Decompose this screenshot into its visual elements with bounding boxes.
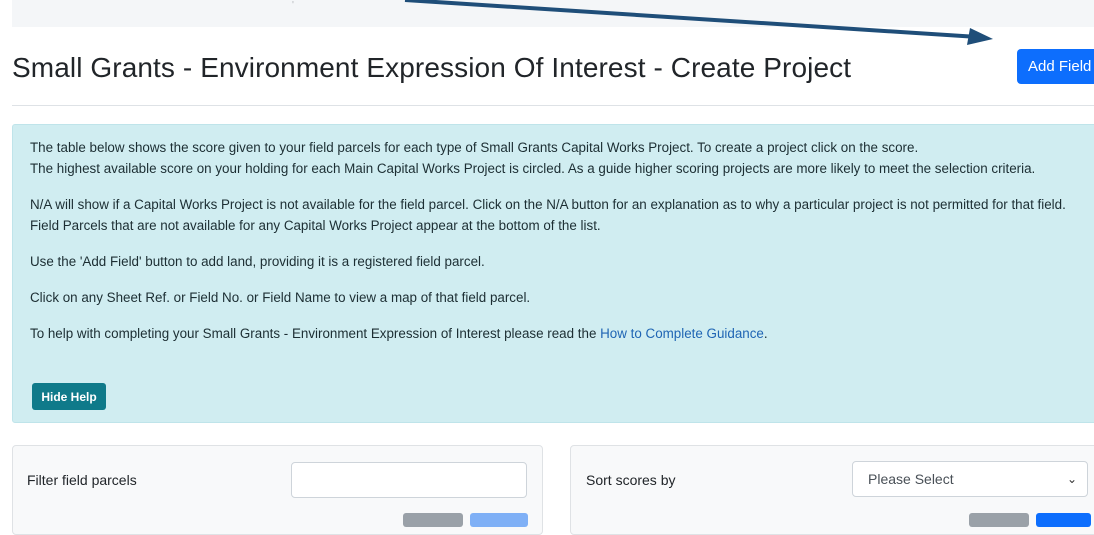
top-bar-mark: '	[292, 0, 294, 11]
sort-select[interactable]: Please Select ⌄	[852, 461, 1088, 497]
sort-apply-button[interactable]	[1036, 513, 1091, 527]
guidance-link[interactable]: How to Complete Guidance	[600, 326, 764, 341]
help-paragraph-na: N/A will show if a Capital Works Project…	[30, 197, 1066, 233]
filter-label: Filter field parcels	[27, 472, 137, 488]
help-paragraph-map: Click on any Sheet Ref. or Field No. or …	[30, 290, 531, 305]
top-bar: '	[12, 0, 1094, 27]
divider	[12, 105, 1094, 106]
help-paragraph-intro: The table below shows the score given to…	[30, 137, 1080, 179]
filter-panel: Filter field parcels	[12, 445, 543, 535]
help-panel: The table below shows the score given to…	[12, 124, 1094, 423]
help-line-1: The table below shows the score given to…	[30, 140, 919, 155]
sort-panel: Sort scores by Please Select ⌄	[570, 445, 1094, 535]
sort-select-value: Please Select	[868, 471, 954, 487]
sort-label: Sort scores by	[586, 472, 676, 488]
filter-clear-button[interactable]	[403, 513, 463, 527]
chevron-down-icon: ⌄	[1066, 472, 1077, 486]
filter-input[interactable]	[291, 462, 527, 498]
guidance-suffix: .	[763, 326, 768, 341]
guidance-prefix: To help with completing your Small Grant…	[30, 326, 601, 341]
help-paragraph-add-field: Use the 'Add Field' button to add land, …	[30, 254, 485, 269]
help-paragraph-guidance: To help with completing your Small Grant…	[30, 323, 1080, 344]
page-title: Small Grants - Environment Expression Of…	[12, 52, 852, 83]
hide-help-button[interactable]: Hide Help	[32, 383, 106, 410]
help-line-2: The highest available score on your hold…	[30, 161, 1036, 176]
add-field-button[interactable]: Add Field	[1017, 49, 1094, 84]
filter-apply-button[interactable]	[470, 513, 528, 527]
sort-reset-button[interactable]	[969, 513, 1029, 527]
